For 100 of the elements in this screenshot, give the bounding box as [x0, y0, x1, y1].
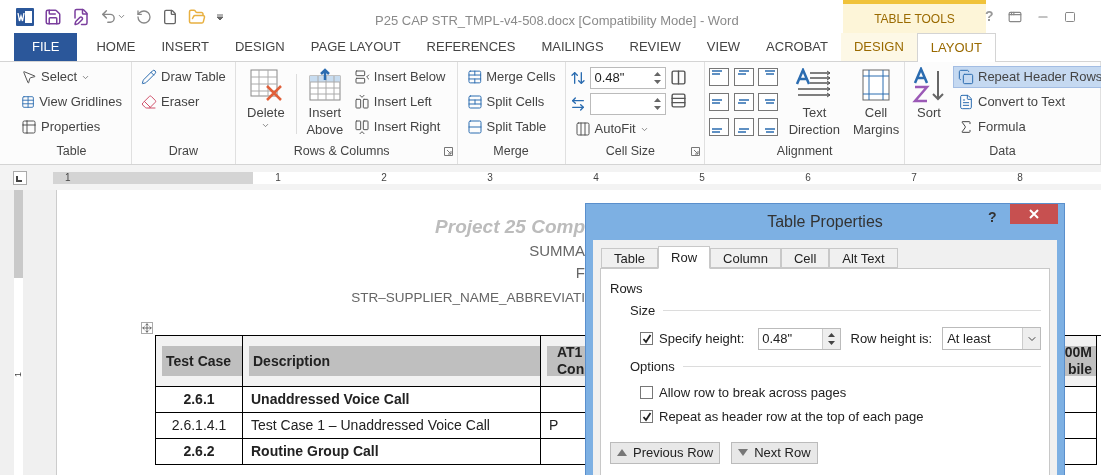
redo-icon[interactable]: [136, 8, 152, 25]
cell-align-icon[interactable]: [709, 118, 730, 136]
horizontal-ruler[interactable]: 1 1 2 3 4 5 6 7 8: [53, 171, 1101, 184]
save-icon[interactable]: [44, 7, 62, 26]
ribbon-display-icon[interactable]: [1007, 9, 1022, 24]
ribbon-button[interactable]: Split Cells: [461, 91, 561, 113]
maximize-icon[interactable]: [1063, 10, 1076, 23]
ribbon-tab[interactable]: HOME: [83, 33, 149, 61]
new-document-icon[interactable]: [162, 8, 178, 25]
close-button[interactable]: [1010, 204, 1058, 224]
dialog-tab[interactable]: Row: [658, 246, 711, 269]
ribbon-tab[interactable]: ACROBAT: [753, 33, 841, 61]
distribute-rows-icon[interactable]: [669, 92, 687, 109]
ribbon-button[interactable]: Formula: [953, 116, 1101, 138]
document-edit-icon[interactable]: [72, 7, 90, 26]
checkbox[interactable]: [640, 385, 653, 399]
ribbon-button[interactable]: Repeat Header Rows: [953, 66, 1101, 88]
ribbon-button[interactable]: Convert to Text: [953, 91, 1101, 113]
cell-align-icon[interactable]: [758, 118, 779, 136]
dialog-launcher-icon[interactable]: [443, 146, 453, 156]
dialog-title: Table Properties: [767, 212, 883, 232]
ribbon-button[interactable]: Split Table: [461, 116, 561, 138]
group-label: Cell Size: [604, 142, 657, 160]
spin-field[interactable]: 0.48": [589, 67, 666, 89]
ribbon-tab[interactable]: VIEW: [693, 33, 754, 61]
group-label: Rows & Columns: [292, 142, 391, 160]
cell-align-icon[interactable]: [733, 68, 754, 86]
sort-icon: [912, 67, 946, 103]
dialog-tab[interactable]: Alt Text: [829, 248, 898, 268]
ribbon-button[interactable]: AutoFit: [569, 118, 666, 140]
height-spin-field[interactable]: 0.48": [758, 327, 841, 350]
ribbon-button[interactable]: Properties: [16, 116, 127, 138]
help-button[interactable]: ?: [988, 207, 997, 228]
insert-row-above-icon: [307, 68, 342, 102]
undo-icon[interactable]: [100, 8, 117, 25]
checkbox[interactable]: [640, 410, 653, 424]
table-move-handle-icon[interactable]: [141, 322, 153, 334]
dialog-button[interactable]: Next Row: [731, 441, 818, 464]
spin-field[interactable]: [589, 93, 666, 115]
dialog-tab[interactable]: Table: [601, 248, 659, 268]
group-label: Data: [988, 142, 1017, 160]
column-width-icon: [569, 96, 586, 112]
ribbon-large-button[interactable]: Sort: [909, 66, 949, 142]
document-heading: SUMMA: [529, 241, 585, 261]
distribute-columns-icon[interactable]: [669, 69, 687, 86]
cell-align-icon[interactable]: [758, 68, 779, 86]
spin-arrows-icon[interactable]: [827, 331, 835, 346]
ruler-number: 1: [274, 171, 282, 185]
ribbon-tab[interactable]: INSERT: [148, 33, 222, 61]
cell-align-icon[interactable]: [709, 68, 730, 86]
ruler-number: 4: [592, 171, 600, 185]
ribbon-tab[interactable]: REFERENCES: [413, 33, 529, 61]
ruler-number: 5: [698, 171, 706, 185]
vertical-ruler[interactable]: 1: [14, 190, 23, 475]
eraser-icon: [141, 94, 157, 110]
ribbon-tab[interactable]: MAILINGS: [528, 33, 617, 61]
ribbon-tab[interactable]: DESIGN: [841, 33, 917, 61]
dialog-button[interactable]: Previous Row: [610, 441, 721, 464]
dialog-tab[interactable]: Column: [710, 248, 781, 268]
cell-align-icon[interactable]: [733, 93, 754, 111]
ribbon-button[interactable]: Select: [16, 66, 127, 88]
ribbon-large-button[interactable]: Text Direction: [784, 66, 844, 142]
ribbon-large-button[interactable]: Insert Above: [300, 66, 349, 142]
ribbon-button[interactable]: Insert Below: [348, 66, 451, 88]
checkbox[interactable]: [640, 332, 653, 345]
spin-arrows-icon[interactable]: [653, 71, 661, 85]
ruler-number: 8: [1016, 171, 1024, 185]
cell-align-icon[interactable]: [758, 93, 779, 111]
row-height-dropdown[interactable]: At least: [942, 327, 1041, 350]
document-heading: F: [575, 263, 585, 283]
cell-align-icon[interactable]: [709, 93, 730, 111]
ribbon-button[interactable]: Merge Cells: [461, 66, 561, 88]
tab-selector-icon[interactable]: [13, 170, 27, 185]
dialog-tab[interactable]: Cell: [780, 248, 830, 268]
word-logo-icon[interactable]: [16, 7, 34, 26]
spin-arrows-icon[interactable]: [653, 97, 661, 111]
split-table-icon: [466, 119, 483, 135]
table-icon: [21, 119, 37, 135]
customize-menu-icon[interactable]: [216, 12, 224, 21]
ribbon-button[interactable]: Draw Table: [136, 66, 231, 88]
ruler-number: 2: [380, 171, 388, 185]
ribbon-tab[interactable]: PAGE LAYOUT: [297, 33, 414, 61]
ribbon-tab[interactable]: FILE: [14, 33, 78, 61]
ribbon-button[interactable]: View Gridlines: [16, 91, 127, 113]
convert-text-icon: [958, 94, 974, 110]
ribbon-button[interactable]: Insert Left: [348, 91, 451, 113]
dialog-launcher-icon[interactable]: [691, 146, 701, 156]
table-cell: Unaddressed Voice Call: [243, 387, 541, 413]
table-cell: 2.6.1: [156, 387, 243, 413]
ribbon-tab[interactable]: DESIGN: [221, 33, 298, 61]
ribbon-tab[interactable]: REVIEW: [616, 33, 694, 61]
cell-align-icon[interactable]: [733, 118, 754, 136]
ribbon-button[interactable]: Eraser: [136, 91, 231, 113]
table-cell: 2.6.2: [156, 439, 243, 465]
ribbon-large-button[interactable]: Delete: [239, 66, 292, 142]
ribbon-tab[interactable]: LAYOUT: [916, 33, 996, 62]
ribbon-button[interactable]: Insert Right: [348, 116, 451, 138]
ribbon-large-button[interactable]: Cell Margins: [852, 66, 900, 142]
cell-margins-icon: [861, 68, 891, 102]
group-label: Draw: [167, 142, 199, 160]
